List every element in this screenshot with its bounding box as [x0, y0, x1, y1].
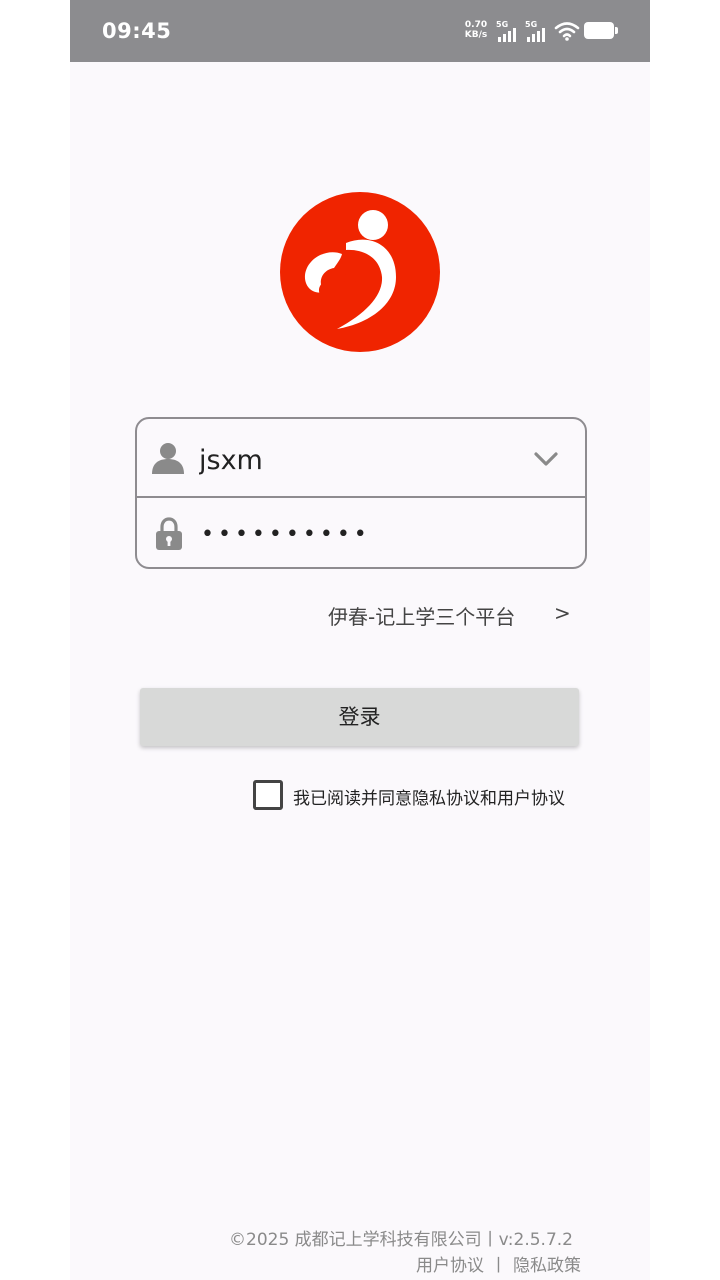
- status-bar: 09:45 0.70 KB/s 5G 5G: [70, 0, 650, 62]
- login-screen: 09:45 0.70 KB/s 5G 5G jsxm •••••••••• 伊春…: [70, 0, 650, 1280]
- signal-label: 5G: [525, 20, 538, 29]
- wifi-icon: [554, 22, 580, 41]
- lock-icon: [156, 517, 182, 550]
- network-speed-value: 0.70: [464, 20, 488, 30]
- agreement-checkbox[interactable]: [253, 780, 283, 810]
- status-time: 09:45: [102, 19, 172, 43]
- user-icon: [152, 443, 184, 474]
- footer-separator: 丨: [490, 1256, 507, 1276]
- login-form: [135, 417, 587, 569]
- signal-label: 5G: [496, 20, 509, 29]
- signal-icon: 5G: [496, 20, 522, 42]
- chevron-right-icon[interactable]: >: [554, 601, 571, 625]
- field-divider: [137, 496, 585, 498]
- footer-links: 用户协议丨隐私政策: [416, 1251, 581, 1276]
- network-speed: 0.70 KB/s: [462, 20, 490, 40]
- user-agreement-link[interactable]: 用户协议: [416, 1256, 484, 1276]
- agreement-label[interactable]: 我已阅读并同意隐私协议和用户协议: [293, 784, 565, 809]
- battery-icon: [584, 22, 618, 39]
- privacy-policy-link[interactable]: 隐私政策: [513, 1256, 581, 1276]
- network-speed-unit: KB/s: [464, 30, 488, 40]
- password-input[interactable]: [201, 517, 541, 551]
- copyright-text: ©2025 成都记上学科技有限公司丨v:2.5.7.2: [229, 1230, 574, 1250]
- platform-select-link[interactable]: 伊春-记上学三个平台: [328, 601, 578, 631]
- chevron-down-icon[interactable]: [533, 451, 559, 467]
- login-button[interactable]: 登录: [140, 688, 579, 746]
- app-logo: [279, 191, 441, 353]
- username-input[interactable]: [199, 443, 519, 477]
- signal-icon: 5G: [525, 20, 551, 42]
